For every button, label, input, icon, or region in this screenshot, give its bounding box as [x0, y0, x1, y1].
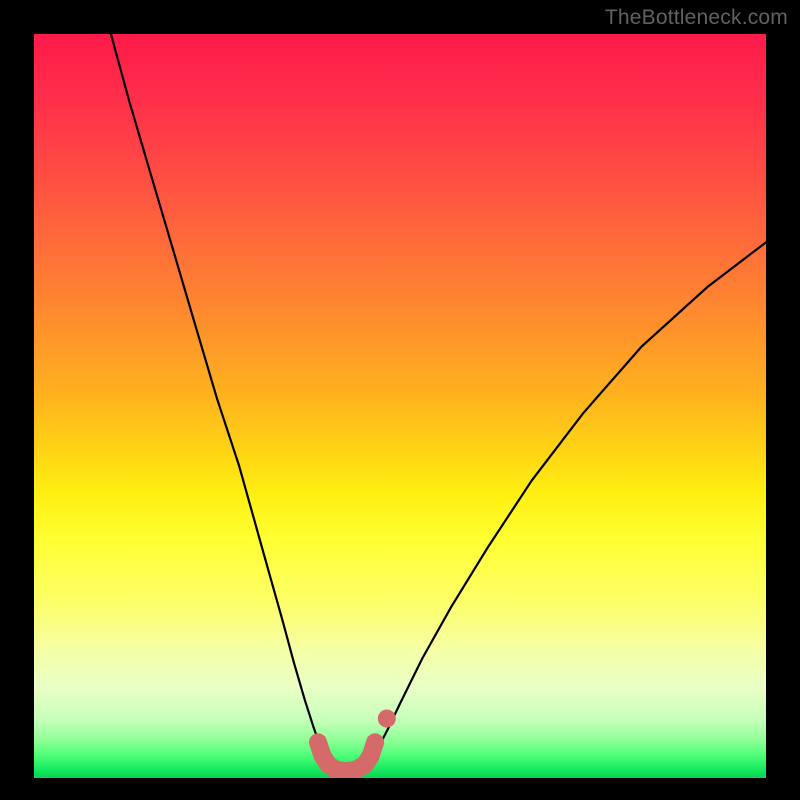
valley-marker — [318, 710, 396, 772]
black-curve — [111, 34, 766, 762]
plot-area — [34, 34, 766, 778]
watermark-text: TheBottleneck.com — [605, 6, 788, 30]
chart-frame: TheBottleneck.com — [0, 0, 800, 800]
curve-svg — [34, 34, 766, 778]
